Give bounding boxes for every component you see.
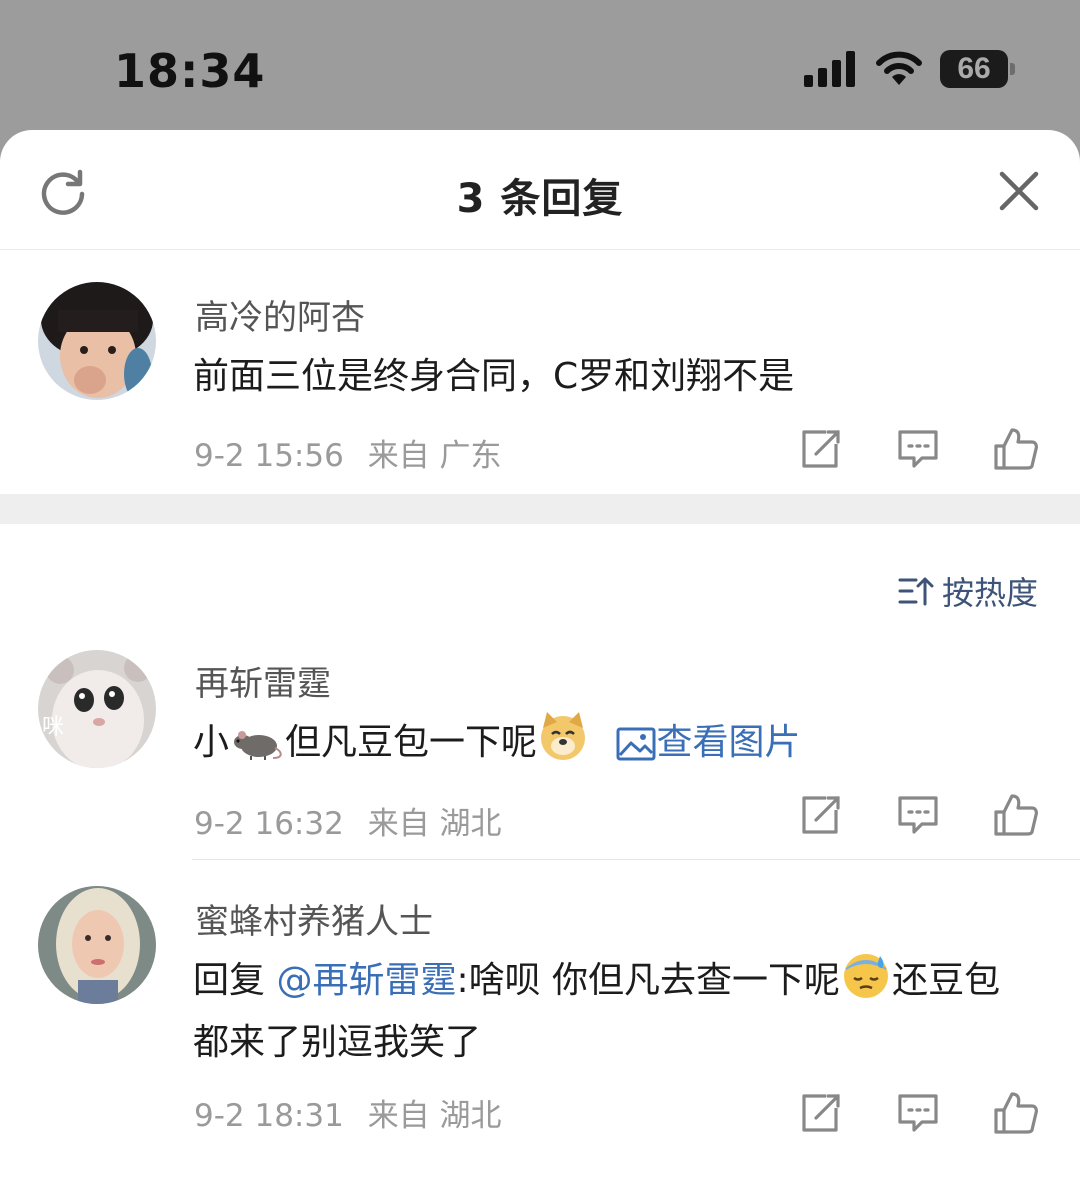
battery-level: 66 bbox=[957, 52, 991, 85]
comment-date: 9-2 18:31 bbox=[194, 1098, 344, 1134]
view-image-label: 查看图片 bbox=[656, 722, 801, 763]
avatar-label: 咪 bbox=[42, 715, 64, 740]
comment-item: 高冷的阿杏 前面三位是终身合同，C罗和刘翔不是 9-2 15:56 来自 广东 bbox=[0, 250, 1080, 494]
comment-date: 9-2 15:56 bbox=[194, 438, 344, 474]
sheet-title: 3 条回复 bbox=[456, 176, 624, 222]
section-divider bbox=[0, 494, 1080, 524]
battery-indicator: 66 bbox=[940, 50, 1015, 88]
comment-icon[interactable] bbox=[894, 792, 942, 838]
avatar[interactable] bbox=[38, 282, 156, 400]
comment-text: 前面三位是终身合同，C罗和刘翔不是 bbox=[193, 356, 795, 397]
comment-username[interactable]: 蜜蜂村养猪人士 bbox=[195, 894, 433, 943]
status-icons: 66 bbox=[804, 50, 1015, 88]
sweat-emoji-icon bbox=[844, 954, 889, 998]
comment-meta: 9-2 15:56 来自 广东 bbox=[194, 430, 502, 475]
like-icon[interactable] bbox=[992, 426, 1040, 472]
like-icon[interactable] bbox=[992, 792, 1040, 838]
close-icon[interactable] bbox=[998, 170, 1040, 212]
rat-emoji-icon bbox=[234, 731, 282, 760]
comment-text-end: 但凡豆包一下呢 bbox=[285, 722, 538, 763]
status-bar: 18:34 66 bbox=[0, 0, 1080, 130]
avatar[interactable]: 咪 bbox=[38, 650, 156, 768]
comment-text: 回复 @再斩雷霆:啥呗 你但凡去查一下呢 还豆包都来了别逗我笑了 bbox=[193, 948, 1028, 1074]
comment-location: 来自 湖北 bbox=[367, 1098, 502, 1134]
comment-meta: 9-2 16:32 来自 湖北 bbox=[194, 798, 502, 843]
comment-meta: 9-2 18:31 来自 湖北 bbox=[194, 1090, 502, 1135]
image-icon bbox=[616, 727, 656, 761]
comment-divider bbox=[192, 859, 1080, 860]
comment-username[interactable]: 再斩雷霆 bbox=[195, 656, 331, 705]
wifi-icon bbox=[876, 51, 922, 85]
sort-label: 按热度 bbox=[941, 574, 1038, 612]
comment-location: 来自 湖北 bbox=[367, 806, 502, 842]
sheet-header: 3 条回复 bbox=[0, 130, 1080, 250]
comment-username[interactable]: 高冷的阿杏 bbox=[195, 290, 365, 339]
signal-icon bbox=[804, 51, 855, 87]
comment-icon[interactable] bbox=[894, 1090, 942, 1136]
comment-actions bbox=[796, 426, 1040, 472]
like-icon[interactable] bbox=[992, 1090, 1040, 1136]
replies-sheet: 3 条回复 高冷的阿杏 前面三位是终身合同，C罗和刘翔不是 9-2 15:56 … bbox=[0, 130, 1080, 1188]
share-icon[interactable] bbox=[796, 426, 844, 472]
sort-toggle[interactable]: 按热度 bbox=[898, 568, 1038, 614]
comment-actions bbox=[796, 1090, 1040, 1136]
avatar[interactable] bbox=[38, 886, 156, 1004]
view-image-link[interactable]: 查看图片 bbox=[605, 722, 801, 763]
sort-icon bbox=[898, 577, 934, 606]
share-icon[interactable] bbox=[796, 792, 844, 838]
status-time: 18:34 bbox=[114, 44, 266, 98]
comment-item: 蜜蜂村养猪人士 回复 @再斩雷霆:啥呗 你但凡去查一下呢 还豆包都来了别逗我笑了 bbox=[0, 870, 1080, 1188]
comment-item: 咪 再斩雷霆 小 但凡豆包一下呢 查看图片 9-2 16:32 来自 湖北 bbox=[0, 630, 1080, 858]
reply-prefix: 回复 bbox=[193, 960, 266, 1001]
comment-location: 来自 广东 bbox=[367, 438, 502, 474]
mention-link[interactable]: @再斩雷霆 bbox=[276, 960, 456, 1001]
comment-text: 小 但凡豆包一下呢 查看图片 bbox=[193, 710, 1030, 774]
comment-text-start: 小 bbox=[193, 722, 230, 763]
comment-date: 9-2 16:32 bbox=[194, 806, 344, 842]
share-icon[interactable] bbox=[796, 1090, 844, 1136]
comment-icon[interactable] bbox=[894, 426, 942, 472]
comment-actions bbox=[796, 792, 1040, 838]
doge-emoji-icon bbox=[541, 712, 586, 760]
comment-text-start: :啥呗 你但凡去查一下呢 bbox=[456, 960, 841, 1001]
